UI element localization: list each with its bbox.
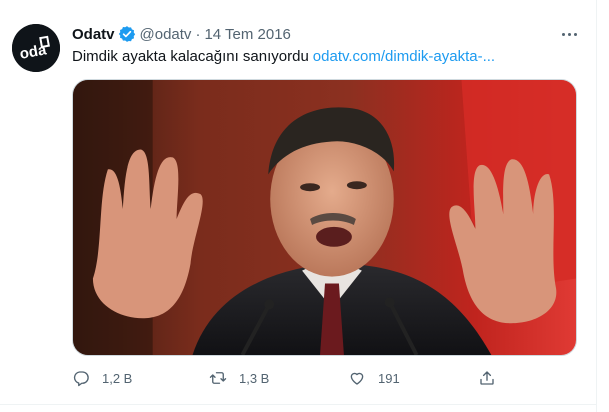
more-options-icon[interactable] xyxy=(556,24,582,44)
separator-dot: · xyxy=(195,25,201,43)
user-handle[interactable]: @odatv xyxy=(140,26,192,43)
verified-badge-icon xyxy=(118,25,136,43)
tweet-image[interactable] xyxy=(72,79,577,356)
timeline-border xyxy=(596,0,597,412)
reply-button[interactable]: 1,2 B xyxy=(72,368,132,388)
tweet-body: Dimdik ayakta kalacağını sanıyordu xyxy=(72,48,309,65)
like-count: 191 xyxy=(378,370,400,386)
avatar[interactable]: oda xyxy=(12,24,60,72)
retweet-count: 1,3 B xyxy=(239,370,270,386)
display-name[interactable]: Odatv xyxy=(72,26,115,43)
tweet-actions: 1,2 B 1,3 B 191 xyxy=(72,368,512,388)
odatv-logo-icon: oda xyxy=(12,24,60,72)
like-button[interactable]: 191 xyxy=(348,368,400,388)
retweet-button[interactable]: 1,3 B xyxy=(209,368,269,388)
photo-illustration xyxy=(73,80,576,355)
heart-icon xyxy=(350,372,364,385)
tweet-link[interactable]: odatv.com/dimdik-ayakta-... xyxy=(313,48,495,65)
share-button[interactable] xyxy=(478,368,496,388)
reply-icon xyxy=(73,371,89,387)
tweet-text: Dimdik ayakta kalacağını sanıyordu odatv.… xyxy=(72,47,495,67)
tweet-divider xyxy=(0,404,597,405)
retweet-icon xyxy=(209,372,227,384)
reply-count: 1,2 B xyxy=(102,370,133,386)
share-icon xyxy=(480,371,494,385)
tweet-date[interactable]: 14 Tem 2016 xyxy=(204,26,290,43)
tweet-header: Odatv @odatv · 14 Tem 2016 xyxy=(72,24,291,44)
